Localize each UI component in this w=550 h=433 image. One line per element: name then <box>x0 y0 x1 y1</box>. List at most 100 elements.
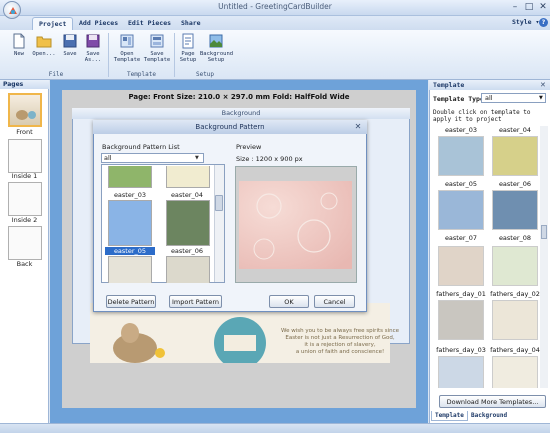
template-label: fathers_day_03 <box>436 346 486 354</box>
template-thumb-partial[interactable] <box>438 356 484 388</box>
preview-image <box>239 181 352 269</box>
pattern-thumb-partial[interactable] <box>108 256 152 283</box>
template-thumb-partial[interactable] <box>492 356 538 388</box>
page-info: Page: Front Size: 210.0 × 297.0 mm Fold:… <box>128 93 350 101</box>
pattern-thumb-partial[interactable] <box>166 256 210 283</box>
page-label-front: Front <box>16 128 33 136</box>
page-setup-label: Page Setup <box>179 51 197 63</box>
page-thumb-inside-1[interactable] <box>8 139 42 173</box>
folder-open-icon <box>36 36 52 48</box>
template-thumb-easter-07[interactable] <box>438 190 484 230</box>
page-setup-icon <box>182 33 194 49</box>
page-thumb-back[interactable] <box>8 226 42 260</box>
background-setup-button[interactable]: Background Setup <box>200 33 234 69</box>
page-thumb-front[interactable] <box>8 93 42 127</box>
pattern-list-label: Background Pattern List <box>102 143 180 151</box>
cancel-button[interactable]: Cancel <box>314 295 355 308</box>
tab-share[interactable]: Share <box>175 17 207 30</box>
template-label: easter_08 <box>498 234 532 242</box>
scrollbar-thumb[interactable] <box>541 225 547 239</box>
template-label: easter_06 <box>498 180 532 188</box>
open-template-button[interactable]: Open Template <box>113 33 141 69</box>
maximize-button[interactable]: □ <box>522 2 536 13</box>
page-setup-button[interactable]: Page Setup <box>177 33 199 69</box>
pattern-thumb-top-right[interactable] <box>166 166 210 188</box>
template-thumb-easter-04[interactable] <box>492 136 538 176</box>
save-template-label: Save Template <box>143 51 171 63</box>
pattern-preview-icon <box>239 181 352 269</box>
pages-header: Pages <box>0 80 49 89</box>
tab-template[interactable]: Template <box>431 411 468 421</box>
front-preview-icon <box>16 110 36 120</box>
template-thumb-easter-03[interactable] <box>438 136 484 176</box>
save-as-button[interactable]: Save As... <box>82 33 104 69</box>
card-text-line: a union of faith and conscience! <box>295 349 385 355</box>
template-thumb-fathers-day-04[interactable] <box>492 300 538 340</box>
template-thumb-easter-08[interactable] <box>492 190 538 230</box>
template-pane-close-icon[interactable]: ✕ <box>540 81 546 89</box>
chevron-down-icon[interactable]: ▼ <box>539 95 543 101</box>
save-template-button[interactable]: Save Template <box>143 33 171 69</box>
open-button[interactable]: Open... <box>32 33 56 69</box>
dialog-close-icon[interactable]: ✕ <box>353 122 363 132</box>
template-type-label: Template Type <box>433 95 484 103</box>
template-thumb-fathers-day-02[interactable] <box>492 246 538 286</box>
pattern-thumb-easter-05[interactable] <box>108 200 152 246</box>
template-thumb-fathers-day-03[interactable] <box>438 300 484 340</box>
download-templates-button[interactable]: Download More Templates... <box>439 395 546 408</box>
template-hint: Double click on template to apply it to … <box>433 109 531 123</box>
pattern-list-scrollbar[interactable] <box>214 165 224 282</box>
pattern-thumb-easter-06[interactable] <box>166 200 210 246</box>
pattern-thumb-top-left[interactable] <box>108 166 152 188</box>
template-label: easter_04 <box>498 126 532 134</box>
page-label-inside-2: Inside 2 <box>11 216 38 224</box>
background-setup-icon <box>209 34 223 48</box>
tab-project[interactable]: Project <box>32 17 74 30</box>
pattern-filter-select[interactable]: all <box>101 153 204 163</box>
background-pattern-dialog-title: Background Pattern <box>93 120 367 134</box>
template-list-scrollbar[interactable] <box>540 126 548 388</box>
status-bar <box>0 423 550 433</box>
template-label: easter_07 <box>444 234 478 242</box>
preview-size-label: Size : 1200 x 900 px <box>236 155 303 163</box>
template-label: fathers_day_04 <box>490 346 540 354</box>
style-menu[interactable]: Style ▾ <box>512 18 539 26</box>
new-file-icon <box>13 33 25 49</box>
page-thumb-inside-2[interactable] <box>8 182 42 216</box>
template-label: fathers_day_01 <box>436 290 486 298</box>
minimize-button[interactable]: – <box>508 2 522 13</box>
save-template-icon <box>150 34 164 48</box>
template-label: easter_03 <box>444 126 478 134</box>
template-label: fathers_day_02 <box>490 290 540 298</box>
page-label-inside-1: Inside 1 <box>11 172 38 180</box>
import-pattern-button[interactable]: Import Pattern <box>169 295 222 308</box>
pattern-label: easter_06 <box>170 247 204 255</box>
save-button[interactable]: Save <box>59 33 81 69</box>
tab-background[interactable]: Background <box>468 411 510 421</box>
scrollbar-thumb[interactable] <box>215 195 223 211</box>
close-window-button[interactable]: ✕ <box>536 2 550 13</box>
save-disk-icon <box>63 34 77 48</box>
group-label-template: Template <box>127 71 156 78</box>
save-label: Save <box>63 51 77 57</box>
new-button[interactable]: New <box>8 33 30 69</box>
template-thumb-fathers-day-01[interactable] <box>438 246 484 286</box>
card-text-line: it is a rejection of slavery, <box>304 342 376 348</box>
tab-add-pieces[interactable]: Add Pieces <box>73 17 124 30</box>
save-as-icon <box>86 34 100 48</box>
card-message: We wish you to be always free spirits si… <box>270 328 410 356</box>
background-setup-label: Background Setup <box>200 51 234 63</box>
ok-button[interactable]: OK <box>269 295 309 308</box>
template-type-select[interactable]: all <box>481 93 546 103</box>
group-label-setup: Setup <box>195 71 215 78</box>
help-icon[interactable]: ? <box>539 18 548 27</box>
open-template-label: Open Template <box>113 51 141 63</box>
chevron-down-icon[interactable]: ▼ <box>195 155 199 161</box>
open-label: Open... <box>32 51 56 57</box>
group-label-file: File <box>48 71 64 78</box>
delete-pattern-button[interactable]: Delete Pattern <box>106 295 156 308</box>
tab-edit-pieces[interactable]: Edit Pieces <box>122 17 177 30</box>
preview-label: Preview <box>236 143 262 151</box>
open-template-icon <box>120 34 134 48</box>
app-logo-icon[interactable] <box>3 1 21 19</box>
